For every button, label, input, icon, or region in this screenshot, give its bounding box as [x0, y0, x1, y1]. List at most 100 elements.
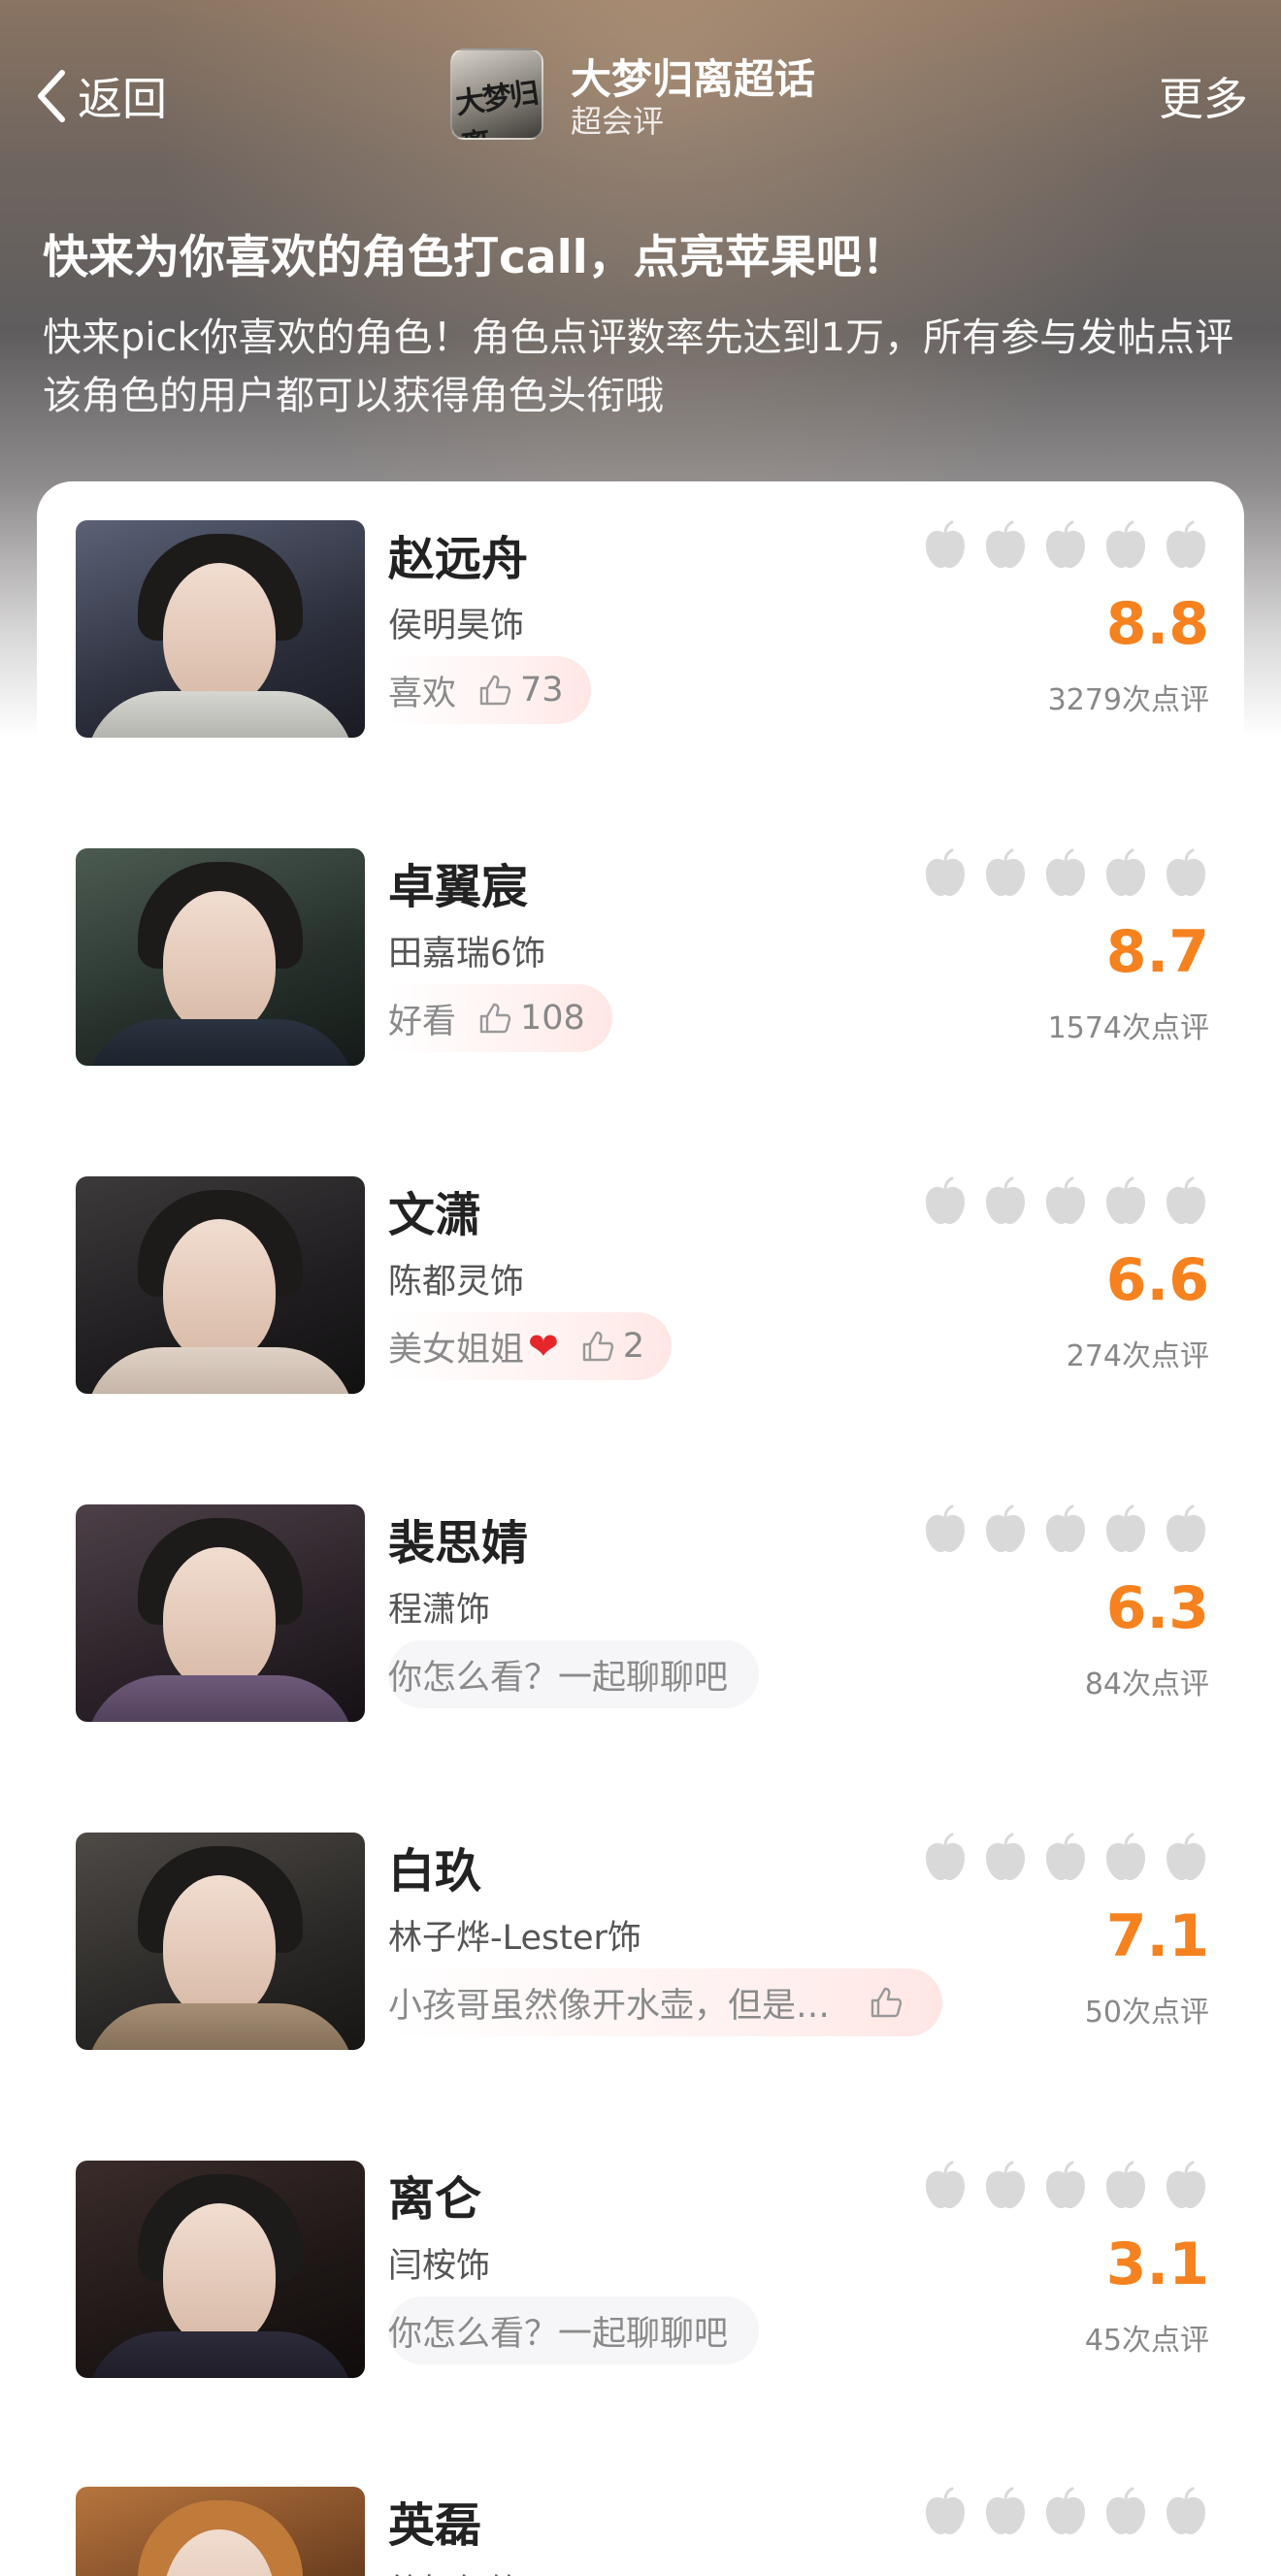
- apple-icon[interactable]: [1163, 1504, 1209, 1555]
- apple-icon[interactable]: [922, 2161, 969, 2211]
- character-row[interactable]: 卓翼宸 田嘉瑞6饰 好看 108 8.7 1574次点评: [0, 848, 1281, 1081]
- apple-icon[interactable]: [1163, 1176, 1209, 1227]
- actor-name: 程潇饰: [388, 1591, 491, 1630]
- apple-rating[interactable]: [922, 1176, 1209, 1227]
- actor-name: 林子烨-Lester饰: [388, 1919, 641, 1958]
- apple-icon[interactable]: [1102, 2161, 1149, 2211]
- character-score: 8.8: [1105, 590, 1209, 658]
- apple-icon[interactable]: [1163, 2161, 1209, 2211]
- character-score: 8.7: [1105, 918, 1209, 986]
- apple-rating[interactable]: [922, 2161, 1209, 2211]
- apple-icon[interactable]: [982, 2161, 1029, 2211]
- review-count: 45次点评: [1084, 2324, 1209, 2358]
- apple-rating[interactable]: [922, 1504, 1209, 1555]
- top-navigation-bar: 返回 大梦归离 大梦归离超话 超会评 更多: [0, 0, 1281, 194]
- actor-name: 田嘉瑞6饰: [388, 935, 546, 974]
- actor-name: 徐振轩饰: [388, 2564, 524, 2576]
- character-name: 离仑: [388, 2172, 482, 2227]
- apple-icon[interactable]: [982, 520, 1029, 571]
- apple-icon[interactable]: [1163, 848, 1209, 899]
- character-photo: [76, 1504, 365, 1722]
- apple-icon[interactable]: [922, 1176, 969, 1227]
- apple-icon[interactable]: [1042, 1833, 1089, 1883]
- apple-icon[interactable]: [1042, 1176, 1089, 1227]
- comment-prompt[interactable]: 你怎么看？一起聊聊吧: [388, 1640, 760, 1708]
- red-heart-emoji: ❤: [528, 1325, 559, 1368]
- apple-icon[interactable]: [922, 520, 969, 571]
- apple-icon[interactable]: [1042, 520, 1089, 571]
- apple-icon[interactable]: [982, 1176, 1029, 1227]
- apple-icon[interactable]: [982, 848, 1029, 899]
- character-row[interactable]: 白玖 林子烨-Lester饰 小孩哥虽然像开水壶，但是… 7.1 50次点评: [0, 1833, 1281, 2065]
- character-photo: [76, 1176, 365, 1394]
- comment-text: 美女姐姐: [388, 1330, 525, 1370]
- character-name: 卓翼宸: [388, 860, 529, 914]
- actor-name: 闫桉饰: [388, 2247, 491, 2286]
- like-button[interactable]: [869, 1985, 903, 2020]
- apple-icon[interactable]: [1163, 520, 1209, 571]
- apple-icon[interactable]: [1102, 848, 1149, 899]
- apple-icon[interactable]: [922, 1504, 969, 1555]
- page-description: 快来pick你喜欢的角色！角色点评数率先达到1万，所有参与发帖点评该角色的用户都…: [43, 315, 1234, 418]
- super-topic-logo-text: 大梦归离: [453, 76, 540, 138]
- review-count: 84次点评: [1084, 1668, 1209, 1701]
- top-comment[interactable]: 好看 108: [388, 984, 612, 1052]
- apple-icon[interactable]: [1163, 2487, 1209, 2537]
- character-row[interactable]: 离仑 闫桉饰 你怎么看？一起聊聊吧 3.1 45次点评: [0, 2161, 1281, 2394]
- actor-name: 陈都灵饰: [388, 1263, 525, 1302]
- apple-icon[interactable]: [982, 1833, 1029, 1883]
- like-count[interactable]: 108: [477, 999, 585, 1038]
- comment-text: 喜欢: [388, 674, 457, 713]
- back-button[interactable]: 返回: [33, 64, 167, 128]
- character-photo: [76, 520, 365, 738]
- thumbs-up-icon: [479, 1003, 511, 1034]
- apple-icon[interactable]: [1042, 2161, 1089, 2211]
- apple-icon[interactable]: [922, 848, 969, 899]
- character-name: 文潇: [388, 1188, 482, 1242]
- apple-icon[interactable]: [1102, 1176, 1149, 1227]
- apple-icon[interactable]: [1102, 1833, 1149, 1883]
- top-comment[interactable]: 喜欢 73: [388, 656, 591, 724]
- thumbs-up-icon: [479, 675, 511, 706]
- apple-icon[interactable]: [1102, 520, 1149, 571]
- apple-rating[interactable]: [922, 2487, 1209, 2537]
- apple-icon[interactable]: [982, 1504, 1029, 1555]
- apple-icon[interactable]: [1042, 2487, 1089, 2537]
- apple-rating[interactable]: [922, 520, 1209, 571]
- apple-rating[interactable]: [922, 848, 1209, 899]
- apple-icon[interactable]: [1042, 848, 1089, 899]
- apple-icon[interactable]: [982, 2487, 1029, 2537]
- review-count: 50次点评: [1084, 1996, 1209, 2030]
- character-row[interactable]: 裴思婧 程潇饰 你怎么看？一起聊聊吧 6.3 84次点评: [0, 1504, 1281, 1737]
- apple-icon[interactable]: [1042, 1504, 1089, 1555]
- page-headline: 快来为你喜欢的角色打call，点亮苹果吧！: [43, 231, 907, 284]
- thumbs-up-icon: [870, 1987, 903, 2018]
- review-count: 3279次点评: [1047, 683, 1209, 717]
- apple-icon[interactable]: [922, 1833, 969, 1883]
- character-row[interactable]: 英磊 徐振轩饰: [0, 2487, 1281, 2576]
- character-photo: [76, 2161, 365, 2378]
- comment-prompt-text: 你怎么看？一起聊聊吧: [388, 1658, 729, 1698]
- super-topic-logo[interactable]: 大梦归离: [450, 49, 543, 140]
- like-count[interactable]: 2: [580, 1327, 644, 1366]
- apple-icon[interactable]: [1102, 2487, 1149, 2537]
- apple-icon[interactable]: [1102, 1504, 1149, 1555]
- character-score: 6.3: [1105, 1574, 1209, 1642]
- more-button[interactable]: 更多: [1159, 64, 1248, 128]
- like-count[interactable]: 73: [477, 671, 564, 710]
- comment-prompt[interactable]: 你怎么看？一起聊聊吧: [388, 2296, 760, 2364]
- comment-text: 小孩哥虽然像开水壶，但是…: [388, 1986, 831, 2026]
- character-name: 裴思婧: [388, 1516, 529, 1570]
- apple-icon[interactable]: [1163, 1833, 1209, 1883]
- top-comment[interactable]: 美女姐姐 ❤ 2: [388, 1312, 673, 1380]
- review-count: 1574次点评: [1047, 1011, 1209, 1045]
- character-score: 6.6: [1105, 1246, 1209, 1314]
- character-row[interactable]: 文潇 陈都灵饰 美女姐姐 ❤ 2 6.6 274次点评: [0, 1176, 1281, 1409]
- top-comment[interactable]: 小孩哥虽然像开水壶，但是…: [388, 1968, 943, 2036]
- comment-prompt-text: 你怎么看？一起聊聊吧: [388, 2314, 729, 2354]
- like-number: 73: [520, 671, 564, 710]
- apple-rating[interactable]: [922, 1833, 1209, 1883]
- character-row[interactable]: 赵远舟 侯明昊饰 喜欢 73 8.8 3279次点评: [0, 520, 1281, 753]
- apple-icon[interactable]: [922, 2487, 969, 2537]
- thumbs-up-icon: [582, 1331, 614, 1362]
